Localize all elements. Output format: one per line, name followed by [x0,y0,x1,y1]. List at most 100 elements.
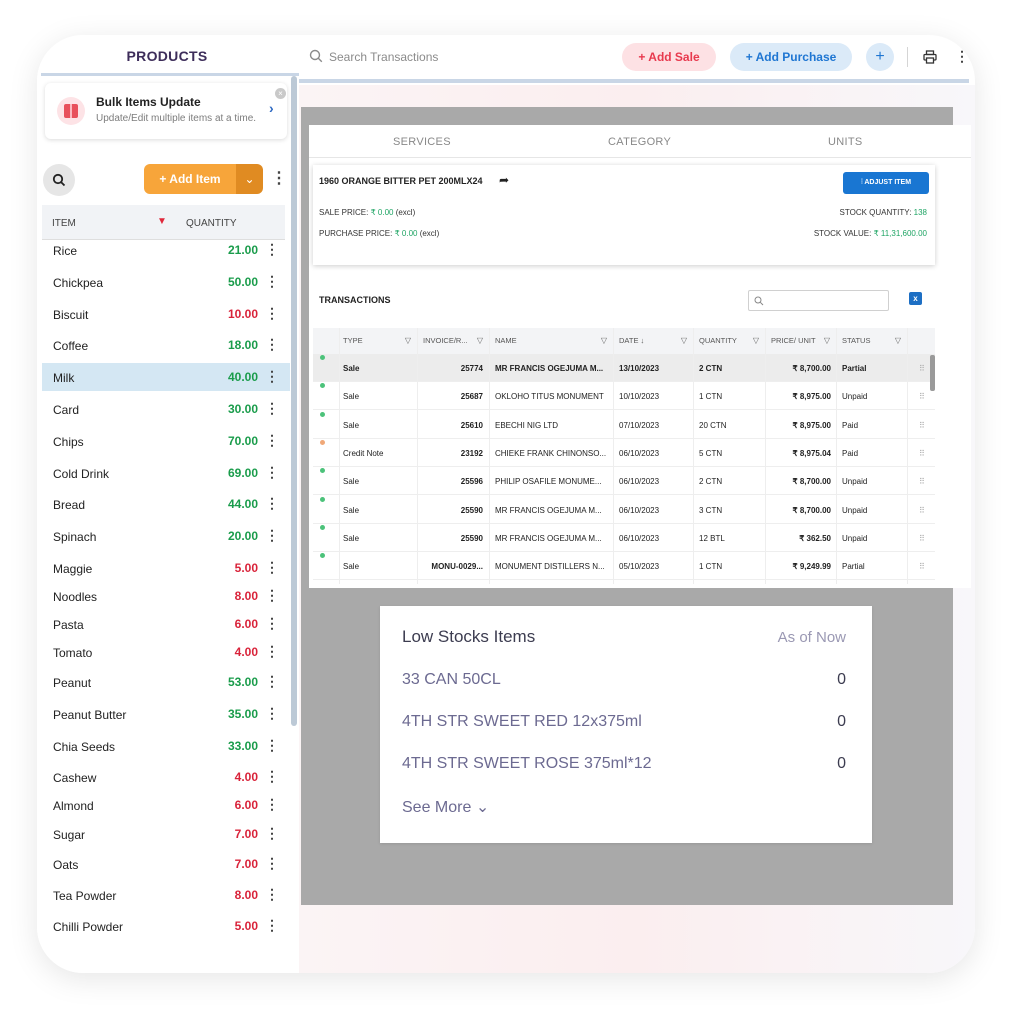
search-transactions-input[interactable]: Search Transactions [329,50,438,64]
list-item[interactable]: Cashew 4.00 ⋮ [42,763,290,791]
more-options-icon[interactable]: ⋮ [265,643,279,660]
more-options-icon[interactable]: ⋮ [265,705,279,722]
table-row[interactable]: Sale 25687 OKLOHO TITUS MONUMENT 10/10/2023… [313,382,935,411]
more-options-icon[interactable]: ⋮ [265,796,279,813]
filter-icon[interactable]: ▽ [405,328,411,354]
more-options-icon[interactable]: ⋮ [265,559,279,576]
column-quantity[interactable]: QUANTITY ▽ [693,328,765,354]
add-item-button[interactable]: + Add Item [144,164,236,194]
list-item[interactable]: Oats 7.00 ⋮ [42,850,290,878]
more-options-icon[interactable]: ⋮ [265,768,279,785]
filter-icon[interactable]: ▽ [753,328,759,354]
low-stock-item-name[interactable]: 33 CAN 50CL [402,671,501,689]
list-item[interactable]: Chilli Powder 5.00 ⋮ [42,912,290,940]
more-options-icon[interactable]: ⋮ [271,168,287,188]
more-options-icon[interactable]: ⋮ [265,527,279,544]
column-name[interactable]: NAME ▽ [489,328,613,354]
tab-services[interactable]: SERVICES [393,136,451,148]
more-options-icon[interactable]: ⋮ [265,917,279,934]
more-options-icon[interactable]: ⋮ [265,737,279,754]
column-status[interactable]: STATUS ▽ [836,328,907,354]
drag-handle-icon[interactable]: ⠿ [919,534,925,543]
drag-handle-icon[interactable]: ⠿ [919,421,925,430]
list-item[interactable]: Noodles 8.00 ⋮ [42,582,290,610]
chevron-right-icon[interactable]: › [269,100,274,116]
excel-export-icon[interactable]: x [909,292,922,305]
more-options-icon[interactable]: ⋮ [265,273,279,290]
sidebar-scrollbar[interactable] [291,76,297,726]
filter-icon[interactable]: ▽ [681,328,687,354]
column-invoice[interactable]: INVOICE/R... ▽ [417,328,489,354]
more-options-icon[interactable]: ⋮ [265,886,279,903]
more-options-icon[interactable]: ⋮ [265,368,279,385]
list-item[interactable]: Pasta 6.00 ⋮ [42,610,290,638]
more-options-icon[interactable]: ⋮ [265,464,279,481]
drag-handle-icon[interactable]: ⠿ [919,506,925,515]
table-row[interactable]: Sale MONU-0029... MONUMENT DISTILLERS N...… [313,552,935,581]
table-row[interactable]: Sale 25610 EBECHI NIG LTD 07/10/2023 20 CTN ₹… [313,411,935,439]
more-options-icon[interactable]: ⋮ [265,241,279,258]
sort-arrow-icon[interactable]: ↓ [641,336,645,345]
more-options-icon[interactable]: ⋮ [265,305,279,322]
drag-handle-icon[interactable]: ⠿ [919,364,925,373]
see-more-button[interactable]: See More ⌄ [402,797,489,817]
printer-icon[interactable] [923,50,937,64]
drag-handle-icon[interactable]: ⠿ [919,392,925,401]
tab-category[interactable]: CATEGORY [608,136,671,148]
list-item[interactable]: Tea Powder 8.00 ⋮ [42,881,290,909]
list-item[interactable]: Chips 70.00 ⋮ [42,427,290,455]
adjust-item-button[interactable]: ⫶ ADJUST ITEM [843,172,929,194]
list-item[interactable]: Almond 6.00 ⋮ [42,791,290,819]
column-price[interactable]: PRICE/ UNIT ▽ [765,328,836,354]
more-options-icon[interactable]: ⋮ [265,673,279,690]
more-options-icon[interactable]: ⋮ [265,400,279,417]
more-options-icon[interactable]: ⋮ [265,336,279,353]
close-icon[interactable]: × [275,88,286,99]
list-item[interactable]: Sugar 7.00 ⋮ [42,820,290,848]
drag-handle-icon[interactable]: ⠿ [919,562,925,571]
list-item[interactable]: Tomato 4.00 ⋮ [42,638,290,666]
low-stock-item-name[interactable]: 4TH STR SWEET RED 12x375ml [402,713,642,731]
list-item[interactable]: Bread 44.00 ⋮ [42,490,290,518]
transactions-search-input[interactable] [748,290,889,311]
filter-icon[interactable]: ▽ [895,328,901,354]
filter-icon[interactable]: ▽ [601,328,607,354]
add-sale-button[interactable]: + Add Sale [622,43,716,71]
table-row[interactable]: Sale 25774 MR FRANCIS OGEJUMA M... 13/10/20… [313,354,935,382]
table-scrollbar[interactable] [930,355,935,391]
column-quantity[interactable]: QUANTITY [186,218,237,229]
add-purchase-button[interactable]: + Add Purchase [730,43,852,71]
more-options-icon[interactable]: ⋮ [265,855,279,872]
filter-icon[interactable]: ▼ [157,216,167,227]
column-item[interactable]: ITEM [52,218,76,229]
more-options-icon[interactable]: ⋮ [265,432,279,449]
list-item[interactable]: Peanut Butter 35.00 ⋮ [42,700,290,728]
list-item[interactable]: Card 30.00 ⋮ [42,395,290,423]
list-item[interactable]: Cold Drink 69.00 ⋮ [42,459,290,487]
list-item[interactable]: Maggie 5.00 ⋮ [42,554,290,582]
more-options-icon[interactable]: ⋮ [265,495,279,512]
drag-handle-icon[interactable]: ⠿ [919,477,925,486]
bulk-update-banner[interactable]: Bulk Items Update Update/Edit multiple i… [45,83,287,139]
list-item[interactable]: Coffee 18.00 ⋮ [42,331,290,359]
table-row[interactable]: Sale 25596 PHILIP OSAFILE MONUME... 06/10/2… [313,467,935,496]
list-item[interactable]: Milk 40.00 ⋮ [42,363,290,391]
list-item[interactable]: Spinach 20.00 ⋮ [42,522,290,550]
list-item[interactable]: Biscuit 10.00 ⋮ [42,300,290,328]
add-more-button[interactable]: + [866,43,894,71]
list-item[interactable]: Chickpea 50.00 ⋮ [42,268,290,296]
filter-icon[interactable]: ▽ [824,328,830,354]
share-icon[interactable]: ➦ [499,173,509,187]
add-item-dropdown[interactable]: ⌄ [236,164,263,194]
more-options-icon[interactable]: ⋮ [265,825,279,842]
more-options-icon[interactable]: ⋮ [955,48,969,65]
tab-units[interactable]: UNITS [828,136,863,148]
more-options-icon[interactable]: ⋮ [265,615,279,632]
filter-icon[interactable]: ▽ [477,328,483,354]
column-type[interactable]: TYPE ▽ [339,328,417,354]
table-row[interactable]: Credit Note 23192 CHIEKE FRANK CHINONSO...… [313,439,935,467]
list-item[interactable]: Peanut 53.00 ⋮ [42,668,290,696]
list-item[interactable]: Rice 21.00 ⋮ [42,236,290,264]
search-button[interactable] [43,164,75,196]
list-item[interactable]: Chia Seeds 33.00 ⋮ [42,732,290,760]
